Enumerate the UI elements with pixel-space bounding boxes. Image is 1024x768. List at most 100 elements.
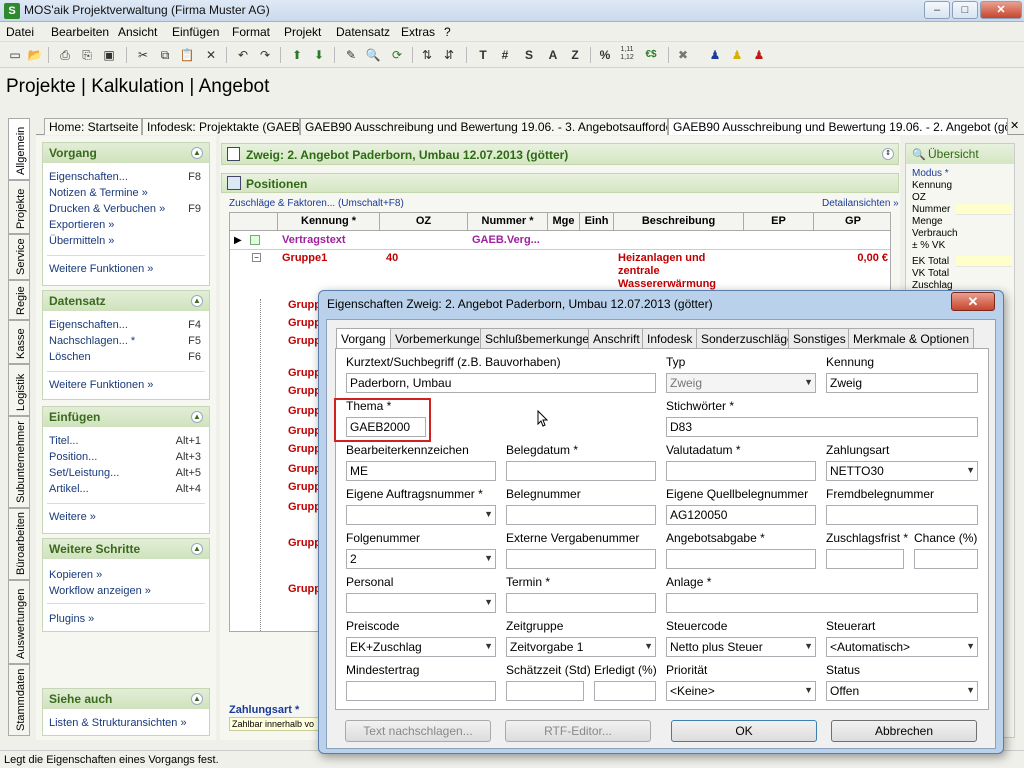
vtab-projekte[interactable]: Projekte (8, 180, 30, 234)
link-notizen[interactable]: Notizen & Termine » (49, 187, 148, 199)
disabled-icon[interactable]: ✖ (674, 46, 692, 64)
grid-cell[interactable]: Grupp (288, 299, 321, 311)
maximize-button[interactable]: □ (952, 1, 978, 19)
z-tool[interactable]: Z (566, 46, 584, 64)
link-exportieren[interactable]: Exportieren » (49, 219, 114, 231)
expand-collapse-icon[interactable]: ⇕ (882, 148, 894, 160)
grid-cell[interactable]: Grupp (288, 367, 321, 379)
valutadatum-input[interactable] (666, 461, 816, 481)
grid-header[interactable]: OZ (380, 213, 468, 231)
menu-einfuegen[interactable]: Einfügen (172, 25, 219, 39)
grid-cell[interactable]: Grupp (288, 425, 321, 437)
bearbeiter-input[interactable]: ME (346, 461, 496, 481)
open-icon[interactable]: 📂 (26, 46, 44, 64)
user-blue-icon[interactable]: ♟ (706, 46, 724, 64)
decimal-tool[interactable]: 1,11 1,12 (618, 46, 636, 64)
zuschlagsfrist-input[interactable] (826, 549, 904, 569)
tab-sonderzuschlaege[interactable]: Sonderzuschläge (696, 328, 799, 348)
zeitgruppe-select[interactable]: Zeitvorgabe 1 (506, 637, 656, 657)
grid-cell[interactable]: Heizanlagen und zentrale Wassererwärmung (618, 252, 734, 291)
cut-icon[interactable]: ✂ (134, 46, 152, 64)
collapse-icon[interactable]: ▲ (191, 295, 203, 307)
link-detailansichten[interactable]: Detailansichten » (822, 198, 899, 209)
tab-gaeb-2[interactable]: GAEB90 Ausschreibung und Bewertung 19.06… (668, 118, 1008, 135)
ok-button[interactable]: OK (671, 720, 817, 742)
grid-cell[interactable]: GAEB.Verg... (472, 234, 540, 246)
tab-anschrift[interactable]: Anschrift (588, 328, 645, 348)
grid-header[interactable]: Nummer * (468, 213, 548, 231)
link-kopieren[interactable]: Kopieren » (49, 569, 102, 581)
menu-ansicht[interactable]: Ansicht (118, 25, 157, 39)
link-weitere[interactable]: Weitere » (49, 511, 96, 523)
menu-datensatz[interactable]: Datensatz (336, 25, 390, 39)
grid-cell[interactable]: Grupp (288, 537, 321, 549)
folgenummer-select[interactable]: 2 (346, 549, 496, 569)
fremdbeleg-input[interactable] (826, 505, 978, 525)
link-weitere-funktionen[interactable]: Weitere Funktionen » (49, 379, 153, 391)
grid-cell[interactable]: Grupp (288, 501, 321, 513)
vtab-service[interactable]: Service (8, 234, 30, 280)
vtab-bueroarbeiten[interactable]: Büroarbeiten (8, 508, 30, 580)
text-nachschlagen-button[interactable]: Text nachschlagen... (345, 720, 491, 742)
personal-select[interactable] (346, 593, 496, 613)
collapse-icon[interactable]: − (252, 253, 261, 262)
grid-header[interactable]: Mge (548, 213, 580, 231)
link-eigenschaften[interactable]: Eigenschaften... (49, 171, 128, 183)
tab-infodesk[interactable]: Infodesk: Projektakte (GAEB90 (142, 118, 300, 135)
link-artikel[interactable]: Artikel... (49, 483, 89, 495)
new-icon[interactable]: ▭ (6, 46, 24, 64)
grid-cell[interactable]: Grupp (288, 405, 321, 417)
print-preview-icon[interactable]: ⎘ (78, 46, 96, 64)
print-icon[interactable]: ⎙ (56, 46, 74, 64)
close-button[interactable]: ✕ (980, 1, 1022, 19)
menu-projekt[interactable]: Projekt (284, 25, 321, 39)
refresh-icon[interactable]: ⟳ (388, 46, 406, 64)
vtab-regie[interactable]: Regie (8, 280, 30, 320)
undo-icon[interactable]: ↶ (234, 46, 252, 64)
sort-asc-icon[interactable]: ⇅ (418, 46, 436, 64)
link-zuschlaege[interactable]: Zuschläge & Faktoren... (Umschalt+F8) (229, 198, 404, 209)
a-tool[interactable]: A (544, 46, 562, 64)
tab-gaeb-3[interactable]: GAEB90 Ausschreibung und Bewertung 19.06… (300, 118, 668, 135)
belegdatum-input[interactable] (506, 461, 656, 481)
tab-sonstiges[interactable]: Sonstiges (788, 328, 851, 348)
stichwoerter-input[interactable]: D83 (666, 417, 978, 437)
grid-header[interactable]: Beschreibung (614, 213, 744, 231)
save-icon[interactable]: ▣ (100, 46, 118, 64)
link-listen[interactable]: Listen & Strukturansichten » (49, 717, 187, 729)
abbrechen-button[interactable]: Abbrechen (831, 720, 977, 742)
move-up-icon[interactable]: ⬆ (288, 46, 306, 64)
tab-schlussbemerkungen[interactable]: Schlußbemerkungen (480, 328, 601, 348)
checkbox[interactable] (250, 235, 260, 245)
typ-select[interactable]: Zweig (666, 373, 816, 393)
grid-cell[interactable]: Grupp (288, 317, 321, 329)
user-yellow-icon[interactable]: ♟ (728, 46, 746, 64)
delete-icon[interactable]: ✕ (202, 46, 220, 64)
minimize-button[interactable]: – (924, 1, 950, 19)
edit-icon[interactable]: ✎ (342, 46, 360, 64)
move-down-icon[interactable]: ⬇ (310, 46, 328, 64)
grid-cell[interactable]: Grupp (288, 583, 321, 595)
link-uebermitteln[interactable]: Übermitteln » (49, 235, 114, 247)
angebotsabgabe-input[interactable] (666, 549, 816, 569)
menu-extras[interactable]: Extras (401, 25, 435, 39)
text-tool[interactable]: T (474, 46, 492, 64)
chance-input[interactable] (914, 549, 978, 569)
user-red-icon[interactable]: ♟ (750, 46, 768, 64)
preiscode-select[interactable]: EK+Zuschlag (346, 637, 496, 657)
grid-cell[interactable]: 40 (386, 252, 398, 264)
link-plugins[interactable]: Plugins » (49, 613, 94, 625)
grid-cell[interactable]: Grupp (288, 385, 321, 397)
eigene-auftrag-select[interactable] (346, 505, 496, 525)
grid-header[interactable]: Kennung * (278, 213, 380, 231)
grid-header[interactable]: GP (814, 213, 890, 231)
grid-cell[interactable]: Grupp (288, 443, 321, 455)
vtab-allgemein[interactable]: Allgemein (8, 118, 30, 180)
vtab-logistik[interactable]: Logistik (8, 364, 30, 416)
link-weitere-funktionen[interactable]: Weitere Funktionen » (49, 263, 153, 275)
schaetzzeit-input[interactable] (506, 681, 584, 701)
redo-icon[interactable]: ↷ (256, 46, 274, 64)
number-tool[interactable]: # (496, 46, 514, 64)
find-icon[interactable]: 🔍 (364, 46, 382, 64)
vtab-subunternehmer[interactable]: Subunternehmer (8, 416, 30, 508)
